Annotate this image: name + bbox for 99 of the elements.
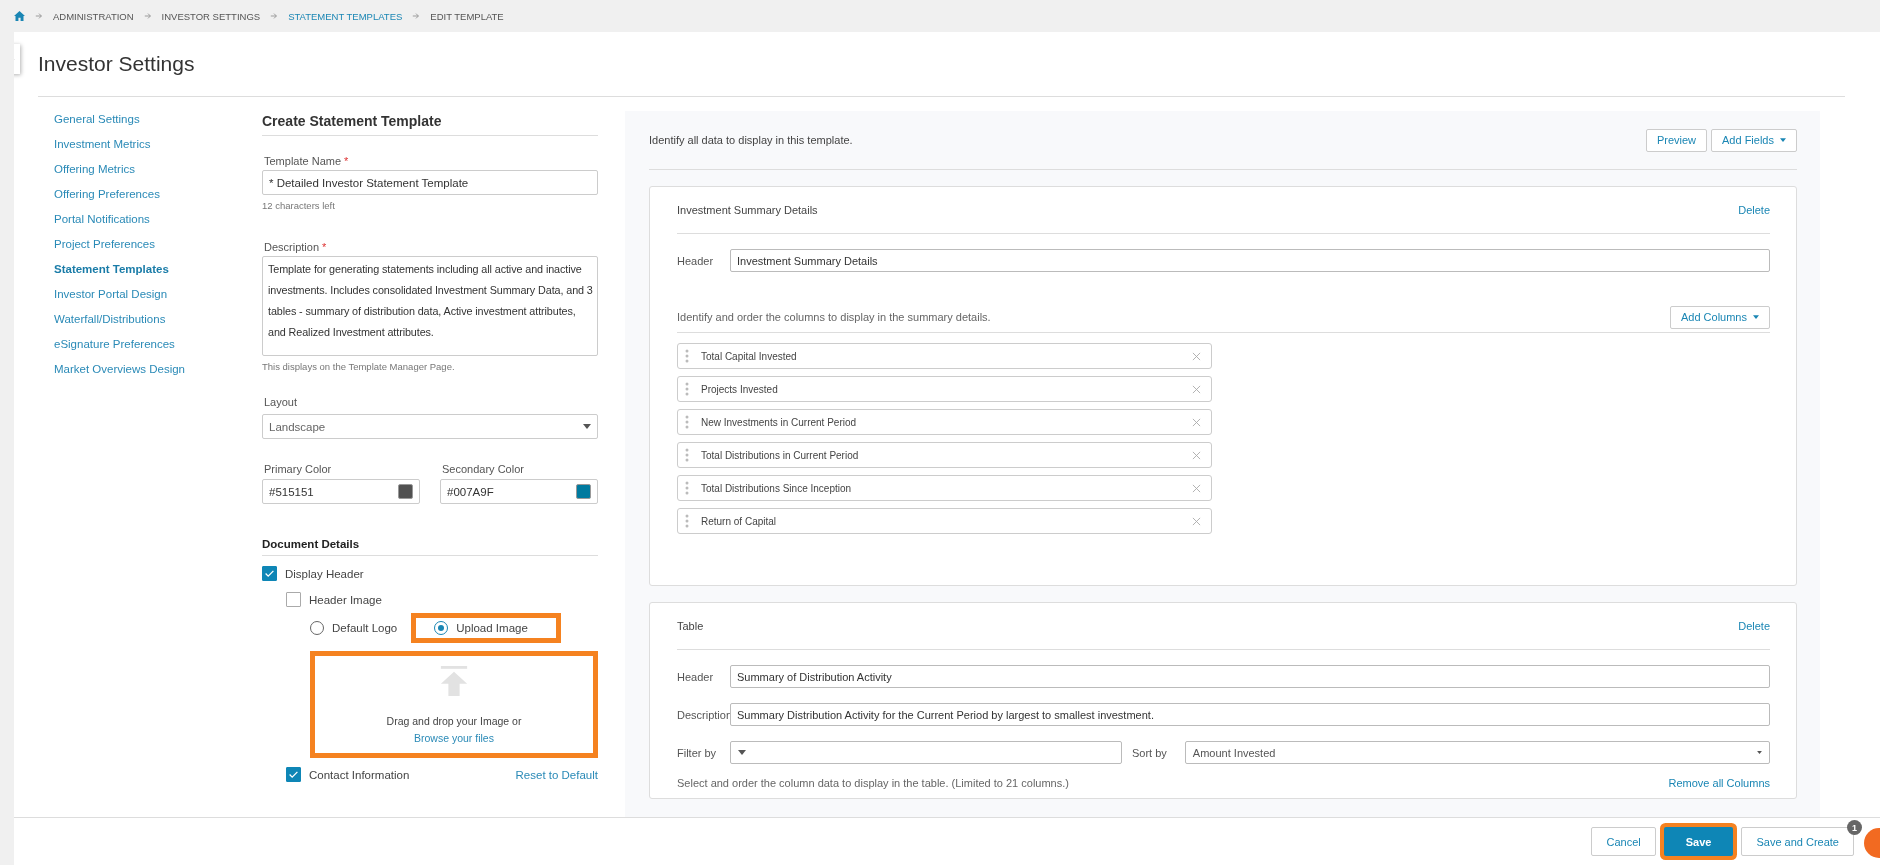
template-name-field[interactable]: * Detailed Investor Statement Template [262, 170, 598, 195]
checkbox-label: Contact Information [309, 768, 410, 781]
checkbox-label: Display Header [285, 567, 364, 580]
checkbox[interactable] [262, 566, 277, 581]
column-item[interactable]: Total Capital Invested [677, 343, 1212, 369]
drag-handle-icon[interactable] [685, 448, 689, 462]
card-title: Table [677, 620, 704, 632]
add-columns-button[interactable]: Add Columns [1669, 305, 1770, 329]
close-icon[interactable] [1192, 351, 1201, 361]
required-mark: * [322, 241, 327, 253]
sidebar-item[interactable]: Market Overviews Design [54, 361, 262, 386]
sidebar-item[interactable]: Offering Metrics [54, 161, 262, 186]
page-title: Investor Settings [38, 52, 195, 77]
caret-icon [583, 424, 591, 429]
sidebar-item[interactable]: Investment Metrics [54, 136, 262, 161]
layout-select[interactable]: Landscape [262, 414, 598, 439]
drag-handle-icon[interactable] [685, 514, 689, 528]
header-field[interactable]: Summary of Distribution Activity [730, 665, 1770, 688]
field-label: Template Name [264, 155, 342, 167]
breadcrumb-link[interactable]: INVESTOR SETTINGS [161, 10, 261, 22]
upload-dropzone[interactable]: Drag and drop your Image or Browse your files [310, 651, 598, 758]
close-icon[interactable] [1192, 483, 1201, 493]
breadcrumb-link[interactable]: STATEMENT TEMPLATES [288, 10, 403, 22]
drag-handle-icon[interactable] [685, 382, 689, 396]
sidebar-item[interactable]: Project Preferences [54, 236, 262, 261]
arrow-right-icon [143, 12, 152, 20]
description-field[interactable]: Template for generating statements including all active and inactive investments. Includes consolidated Investment Summary Data, and 3 tables - summary of distribution data, Active investment attributes, and Realized Investment attributes. [262, 256, 598, 356]
column-item[interactable]: Projects Invested [677, 376, 1212, 402]
remove-all-link[interactable]: Remove all Columns [1668, 777, 1770, 789]
breadcrumb-link[interactable]: EDIT TEMPLATE [430, 10, 504, 22]
arrow-right-icon [35, 12, 43, 20]
field-hint: 12 characters left [262, 200, 336, 211]
drag-handle-icon[interactable] [685, 415, 689, 429]
required-mark: * [344, 155, 349, 167]
field-label: Header [677, 254, 715, 267]
form-title: Create Statement Template [262, 112, 443, 131]
caret-icon [1757, 751, 1762, 754]
field-label: Sort by [1132, 746, 1167, 759]
description-field[interactable]: Summary Distribution Activity for the Current Period by largest to smallest investment. [730, 703, 1770, 726]
field-label: Secondary Color [441, 463, 525, 475]
radio-label: Default Logo [332, 622, 398, 634]
field-label: Description [677, 708, 730, 721]
radio-label: Upload Image [456, 622, 528, 634]
column-item[interactable]: Total Distributions Since Inception [677, 475, 1212, 501]
browse-link[interactable]: Browse your files [414, 732, 494, 744]
checkbox[interactable] [286, 592, 301, 607]
delete-link[interactable]: Delete [1738, 204, 1770, 216]
reset-link[interactable]: Reset to Default [515, 768, 598, 781]
preview-button[interactable]: Preview [1645, 128, 1707, 152]
home-icon[interactable] [14, 11, 25, 21]
close-icon[interactable] [1192, 417, 1201, 427]
caret-icon [1780, 138, 1786, 142]
sidebar-item[interactable]: General Settings [54, 111, 262, 136]
drag-handle-icon[interactable] [685, 481, 689, 495]
add-fields-button[interactable]: Add Fields [1711, 128, 1797, 152]
caret-icon [738, 750, 746, 755]
color-swatch[interactable] [398, 484, 413, 499]
card-title: Investment Summary Details [677, 204, 818, 216]
sidebar-item[interactable]: Waterfall/Distributions [54, 311, 262, 336]
field-label: Layout [263, 396, 299, 408]
section-title: Document Details [262, 538, 361, 552]
color-field[interactable]: #007A9F [440, 479, 598, 504]
delete-link[interactable]: Delete [1738, 620, 1770, 632]
sidebar-item[interactable]: Offering Preferences [54, 186, 262, 211]
columns-intro: Select and order the column data to display in the table. (Limited to 21 columns.) [677, 777, 1069, 789]
arrow-right-icon [412, 12, 421, 20]
field-label: Header [677, 670, 715, 683]
checkbox-label: Header Image [309, 593, 382, 606]
footer-button[interactable]: Cancel [1591, 827, 1656, 856]
arrow-right-icon [270, 12, 279, 20]
close-icon[interactable] [1192, 516, 1201, 526]
breadcrumb-link[interactable]: ADMINISTRATION [53, 10, 134, 22]
field-label: Filter by [677, 746, 718, 759]
sidebar-item[interactable]: Investor Portal Design [54, 286, 262, 311]
field-hint: This displays on the Template Manager Page. [262, 361, 456, 372]
drag-handle-icon[interactable] [685, 349, 689, 363]
close-icon[interactable] [1192, 384, 1201, 394]
sidebar-item[interactable]: eSignature Preferences [54, 336, 262, 361]
notification-badge: 1 [1847, 820, 1862, 835]
close-icon[interactable] [1192, 450, 1201, 460]
caret-icon [1753, 315, 1759, 319]
sidebar-item[interactable]: Statement Templates [54, 261, 262, 286]
column-item[interactable]: Total Distributions in Current Period [677, 442, 1212, 468]
field-label: Primary Color [263, 463, 333, 475]
filter-select[interactable] [730, 741, 1122, 764]
column-item[interactable]: Return of Capital [677, 508, 1212, 534]
field-label: Description [264, 241, 320, 253]
dropzone-text: Drag and drop your Image or [386, 715, 522, 727]
checkbox[interactable] [286, 767, 301, 782]
panel-intro: Identify all data to display in this template. [649, 134, 853, 146]
upload-icon [440, 666, 468, 696]
color-field[interactable]: #515151 [262, 479, 420, 504]
sort-select[interactable]: Amount Invested [1184, 741, 1770, 764]
color-swatch[interactable] [576, 484, 591, 499]
footer-button[interactable]: Save and Create [1741, 827, 1854, 856]
sidebar-item[interactable]: Portal Notifications [54, 211, 262, 236]
header-field[interactable]: Investment Summary Details [730, 249, 1770, 272]
columns-intro: Identify and order the columns to display in the summary details. [677, 311, 991, 323]
column-item[interactable]: New Investments in Current Period [677, 409, 1212, 435]
